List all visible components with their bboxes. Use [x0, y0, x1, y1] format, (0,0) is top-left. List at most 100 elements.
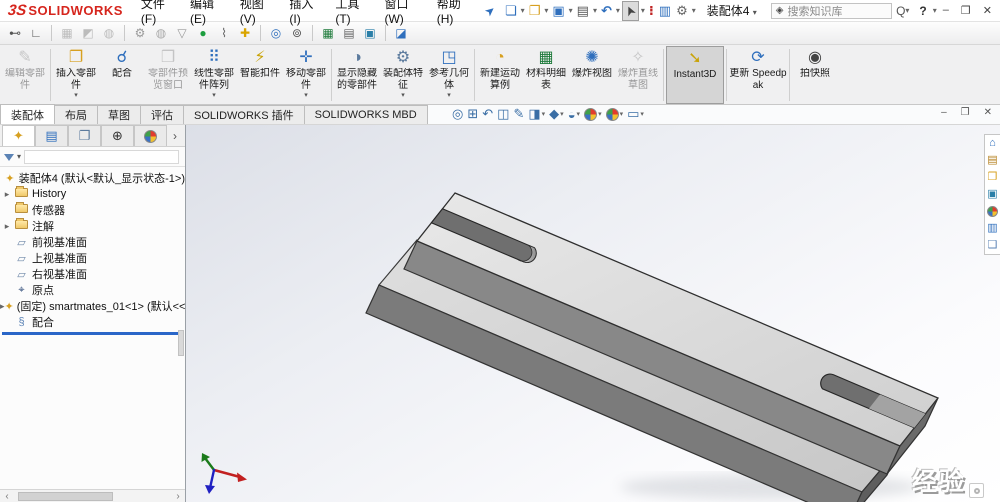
- caret-icon[interactable]: ▾: [542, 110, 546, 118]
- save-caret-icon[interactable]: ▾: [569, 6, 573, 15]
- knowledge-search-box[interactable]: ◈ 搜索知识库: [771, 3, 892, 19]
- dropdown-caret-icon[interactable]: ▾: [212, 92, 216, 99]
- feature-properties-button[interactable]: ▥: [657, 2, 673, 20]
- instant3d-button[interactable]: ➘ Instant3D: [666, 46, 724, 104]
- tree-item-smartmates-component[interactable]: ▸ ✦ (固定) smartmates_01<1> (默认<<: [0, 298, 185, 314]
- move-component-button[interactable]: ✛ 移动零部件 ▾: [283, 46, 329, 104]
- tab-dimxpertmanager[interactable]: ⊕: [101, 125, 134, 146]
- undo-button[interactable]: ↶: [599, 2, 614, 20]
- view-settings-button[interactable]: ▭▾: [627, 106, 644, 122]
- tab-sketch[interactable]: 草图: [97, 105, 141, 124]
- tab-displaymanager[interactable]: [134, 125, 167, 146]
- expand-arrow-icon[interactable]: ▸: [0, 221, 14, 232]
- mate-tool-icon[interactable]: ⊷: [6, 24, 24, 42]
- exploded-view-button[interactable]: ✺ 爆炸视图: [569, 46, 615, 104]
- scrollbar-thumb[interactable]: [18, 492, 113, 501]
- caret-icon[interactable]: ▾: [640, 110, 644, 118]
- scroll-left-arrow-icon[interactable]: ‹: [0, 491, 14, 502]
- zoom-to-area-button[interactable]: ⊞: [467, 106, 478, 122]
- document-title-caret-icon[interactable]: ▾: [753, 8, 757, 17]
- help-button[interactable]: ?: [919, 4, 926, 18]
- zoom-tool-icon[interactable]: ◎: [267, 24, 285, 42]
- dropdown-caret-icon[interactable]: ▾: [401, 92, 405, 99]
- tab-propertymanager[interactable]: ▤: [35, 125, 68, 146]
- mate-button[interactable]: ☌ 配合: [99, 46, 145, 104]
- reference-geometry-button[interactable]: ◳ 参考几何体 ▾: [426, 46, 472, 104]
- sphere-icon[interactable]: ◍: [152, 24, 170, 42]
- corner-angle-icon[interactable]: ∟: [27, 24, 45, 42]
- tab-solidworks-mbd[interactable]: SOLIDWORKS MBD: [304, 105, 428, 124]
- linear-component-pattern-button[interactable]: ⠿ 线性零部件阵列 ▾: [191, 46, 237, 104]
- tree-item-annotations[interactable]: ▸ 注解: [0, 218, 185, 234]
- restore-button[interactable]: ❐: [961, 4, 971, 17]
- filter-input[interactable]: [24, 150, 179, 164]
- tree-item-mates[interactable]: § 配合: [0, 314, 185, 330]
- section-view-button[interactable]: ◫: [497, 106, 509, 122]
- caret-icon[interactable]: ▾: [598, 110, 602, 118]
- file-explorer-icon[interactable]: ❐: [988, 172, 998, 183]
- search-caret-icon[interactable]: ▾: [905, 6, 909, 15]
- interference-check-button[interactable]: ⁝: [647, 2, 656, 20]
- new-document-button[interactable]: ❏: [503, 2, 519, 20]
- new-caret-icon[interactable]: ▾: [521, 6, 525, 15]
- tab-evaluate[interactable]: 评估: [140, 105, 184, 124]
- dropdown-caret-icon[interactable]: ▾: [304, 92, 308, 99]
- insert-components-button[interactable]: ❐ 插入零部件 ▾: [53, 46, 99, 104]
- scrollbar-track[interactable]: [14, 491, 171, 502]
- view-palette-icon[interactable]: ▣: [987, 189, 997, 200]
- location-pin-icon[interactable]: ●: [194, 24, 212, 42]
- panel-horizontal-scrollbar[interactable]: ‹ ›: [0, 489, 185, 502]
- doc-minimize-button[interactable]: –: [941, 107, 947, 118]
- panel-tabs-overflow-chevron[interactable]: ›: [173, 129, 177, 143]
- take-snapshot-button[interactable]: ◉ 拍快照: [792, 46, 838, 104]
- print-caret-icon[interactable]: ▾: [593, 6, 597, 15]
- select-tool-button[interactable]: ➤: [622, 1, 639, 21]
- expand-arrow-icon[interactable]: ▸: [0, 189, 14, 200]
- tree-root-assembly[interactable]: ✦ 装配体4 (默认<默认_显示状态-1>): [0, 170, 185, 186]
- caret-icon[interactable]: ▾: [560, 110, 564, 118]
- filter-caret-icon[interactable]: ▾: [17, 152, 21, 161]
- home-icon[interactable]: ⌂: [989, 138, 996, 149]
- hide-show-items-button[interactable]: ◒▾: [568, 107, 580, 122]
- assembly-features-button[interactable]: ⚙ 装配体特征 ▾: [380, 46, 426, 104]
- tree-item-front-plane[interactable]: ▱ 前视基准面: [0, 234, 185, 250]
- tab-featuremanager[interactable]: ✦: [2, 125, 35, 146]
- tree-item-origin[interactable]: ⌖ 原点: [0, 282, 185, 298]
- settings-gear-icon[interactable]: ⚙: [131, 24, 149, 42]
- undo-caret-icon[interactable]: ▾: [616, 6, 620, 15]
- design-library-icon[interactable]: ▤: [987, 155, 997, 166]
- display-style-button[interactable]: ◆▾: [549, 106, 564, 122]
- update-speedpak-button[interactable]: ⟳ 更新 Speedpak: [729, 46, 787, 104]
- graphics-viewport[interactable]: ⌂ ▤ ❐ ▣ ▥ ❑ 经验: [186, 125, 1000, 502]
- previous-view-button[interactable]: ↶: [482, 106, 493, 122]
- doc-close-button[interactable]: ✕: [984, 107, 992, 118]
- open-document-button[interactable]: ❐: [527, 2, 543, 20]
- options-button[interactable]: ⚙: [674, 2, 690, 20]
- tree-vertical-scrollbar[interactable]: [178, 330, 184, 356]
- select-caret-icon[interactable]: ▾: [641, 6, 645, 15]
- help-caret-icon[interactable]: ▾: [933, 6, 937, 15]
- minimize-button[interactable]: –: [943, 4, 949, 17]
- tab-solidworks-addins[interactable]: SOLIDWORKS 插件: [183, 105, 305, 124]
- close-button[interactable]: ✕: [983, 4, 992, 17]
- zoom-to-fit-button[interactable]: ◎: [452, 106, 463, 122]
- view-orientation-button[interactable]: ◨▾: [528, 106, 545, 122]
- tree-item-history[interactable]: ▸ History: [0, 186, 185, 202]
- caret-icon[interactable]: ▾: [620, 110, 624, 118]
- scroll-right-arrow-icon[interactable]: ›: [171, 491, 185, 502]
- menu-help[interactable]: 帮助(H): [429, 0, 477, 28]
- spring-icon[interactable]: ⌇: [215, 24, 233, 42]
- dropdown-caret-icon[interactable]: ▾: [74, 92, 78, 99]
- edit-appearance-button[interactable]: ▾: [584, 108, 602, 121]
- save-button[interactable]: ▣: [550, 2, 566, 20]
- filter-funnel-icon[interactable]: [4, 154, 14, 166]
- binoculars-icon[interactable]: ⊚: [288, 24, 306, 42]
- open-caret-icon[interactable]: ▾: [544, 6, 548, 15]
- cup-icon[interactable]: ▽: [173, 24, 191, 42]
- excel-export-icon[interactable]: ▦: [319, 24, 337, 42]
- tab-configurationmanager[interactable]: ❐: [68, 125, 101, 146]
- doc-restore-button[interactable]: ❐: [961, 107, 970, 118]
- tree-item-sensors[interactable]: 传感器: [0, 202, 185, 218]
- image-export-icon[interactable]: ▣: [361, 24, 379, 42]
- tab-layout[interactable]: 布局: [54, 105, 98, 124]
